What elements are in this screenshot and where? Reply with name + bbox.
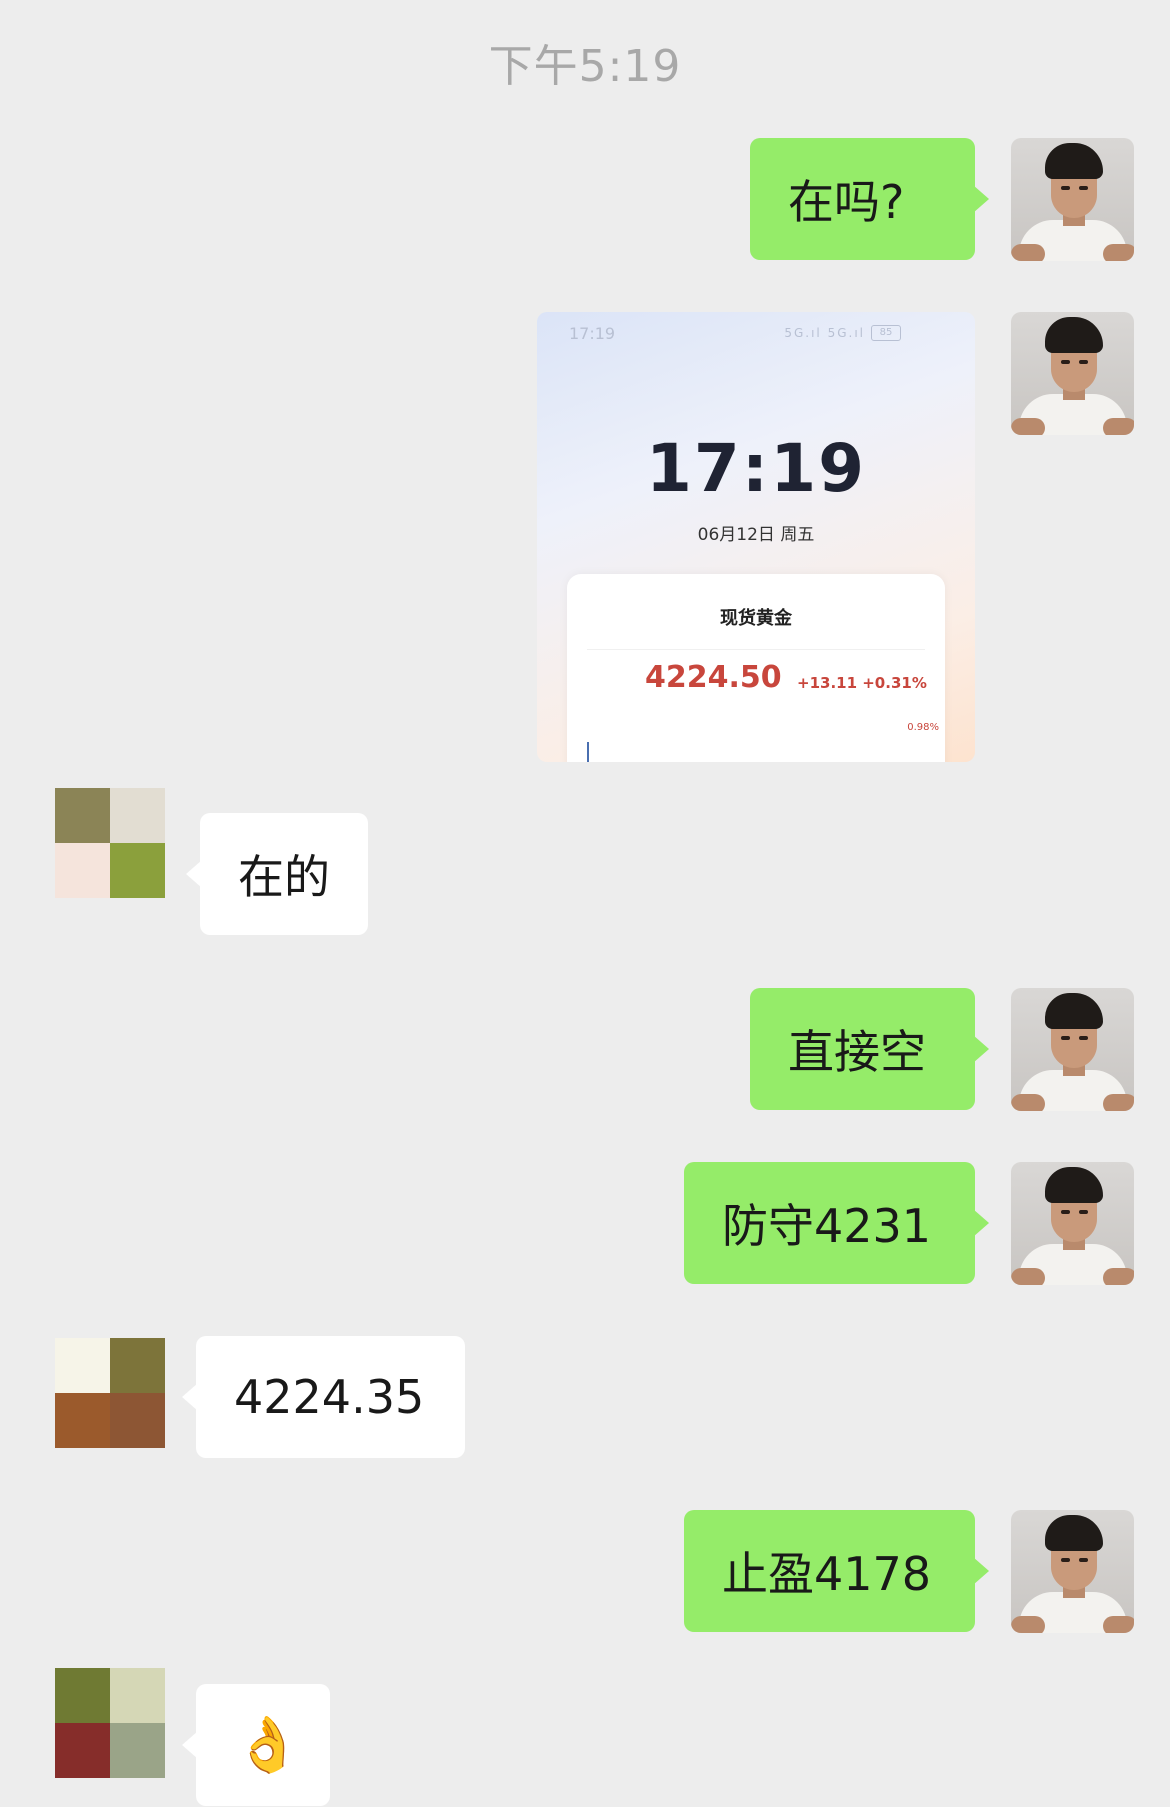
received-message-bubble[interactable]: 在的 (186, 813, 368, 935)
contact-avatar[interactable] (55, 1668, 165, 1778)
sent-message-bubble[interactable]: 直接空 (750, 988, 989, 1110)
shared-screenshot-image[interactable]: 17:19 5G.ıl 5G.ıl 85 17:19 06月12日 周五 现货黄… (537, 312, 975, 762)
avatar-tile (110, 788, 165, 843)
received-message-bubble[interactable]: 4224.35 (182, 1336, 465, 1458)
message-text: 在吗? (788, 175, 905, 229)
avatar-tile (55, 1668, 110, 1723)
message-timestamp: 下午5:19 (488, 41, 682, 92)
screenshot-date: 06月12日 周五 (697, 525, 815, 545)
avatar-tile (55, 1723, 110, 1778)
avatar-tile (55, 843, 110, 898)
message-text: 防守4231 (722, 1199, 932, 1253)
signal-icon: 5G.ıl 5G.ıl (784, 326, 865, 340)
sent-message-bubble[interactable]: 止盈4178 (684, 1510, 989, 1632)
message-text: 4224.35 (234, 1370, 425, 1424)
card-title: 现货黄金 (720, 608, 792, 629)
avatar-tile (110, 843, 165, 898)
screenshot-status-time: 17:19 (569, 324, 616, 343)
ok-hand-emoji-icon: 👌 (234, 1713, 302, 1776)
contact-avatar[interactable] (55, 788, 165, 898)
my-avatar[interactable] (1011, 312, 1134, 435)
message-text: 止盈4178 (722, 1547, 932, 1601)
avatar-tile (55, 788, 110, 843)
price-change: +13.11 +0.31% (797, 674, 927, 692)
avatar-tile (55, 1393, 110, 1448)
gold-price-card: 现货黄金 4224.50 +13.11 +0.31% 0.98% (567, 574, 945, 762)
avatar-tile (55, 1338, 110, 1393)
percent-label: 0.98% (907, 722, 939, 733)
contact-avatar[interactable] (55, 1338, 165, 1448)
message-text: 在的 (238, 850, 330, 904)
divider (587, 649, 925, 650)
chart-tick (587, 742, 589, 762)
screenshot-clock: 17:19 (645, 430, 867, 507)
avatar-tile (110, 1393, 165, 1448)
gold-price: 4224.50 (645, 660, 782, 695)
avatar-tile (110, 1668, 165, 1723)
my-avatar[interactable] (1011, 138, 1134, 261)
avatar-tile (110, 1723, 165, 1778)
sent-message-bubble[interactable]: 防守4231 (684, 1162, 989, 1284)
message-text: 直接空 (788, 1025, 926, 1079)
my-avatar[interactable] (1011, 988, 1134, 1111)
sent-message-bubble[interactable]: 在吗? (750, 138, 989, 260)
received-message-bubble[interactable]: 👌 (182, 1684, 330, 1806)
my-avatar[interactable] (1011, 1162, 1134, 1285)
battery-icon: 85 (871, 325, 901, 341)
my-avatar[interactable] (1011, 1510, 1134, 1633)
avatar-tile (110, 1338, 165, 1393)
